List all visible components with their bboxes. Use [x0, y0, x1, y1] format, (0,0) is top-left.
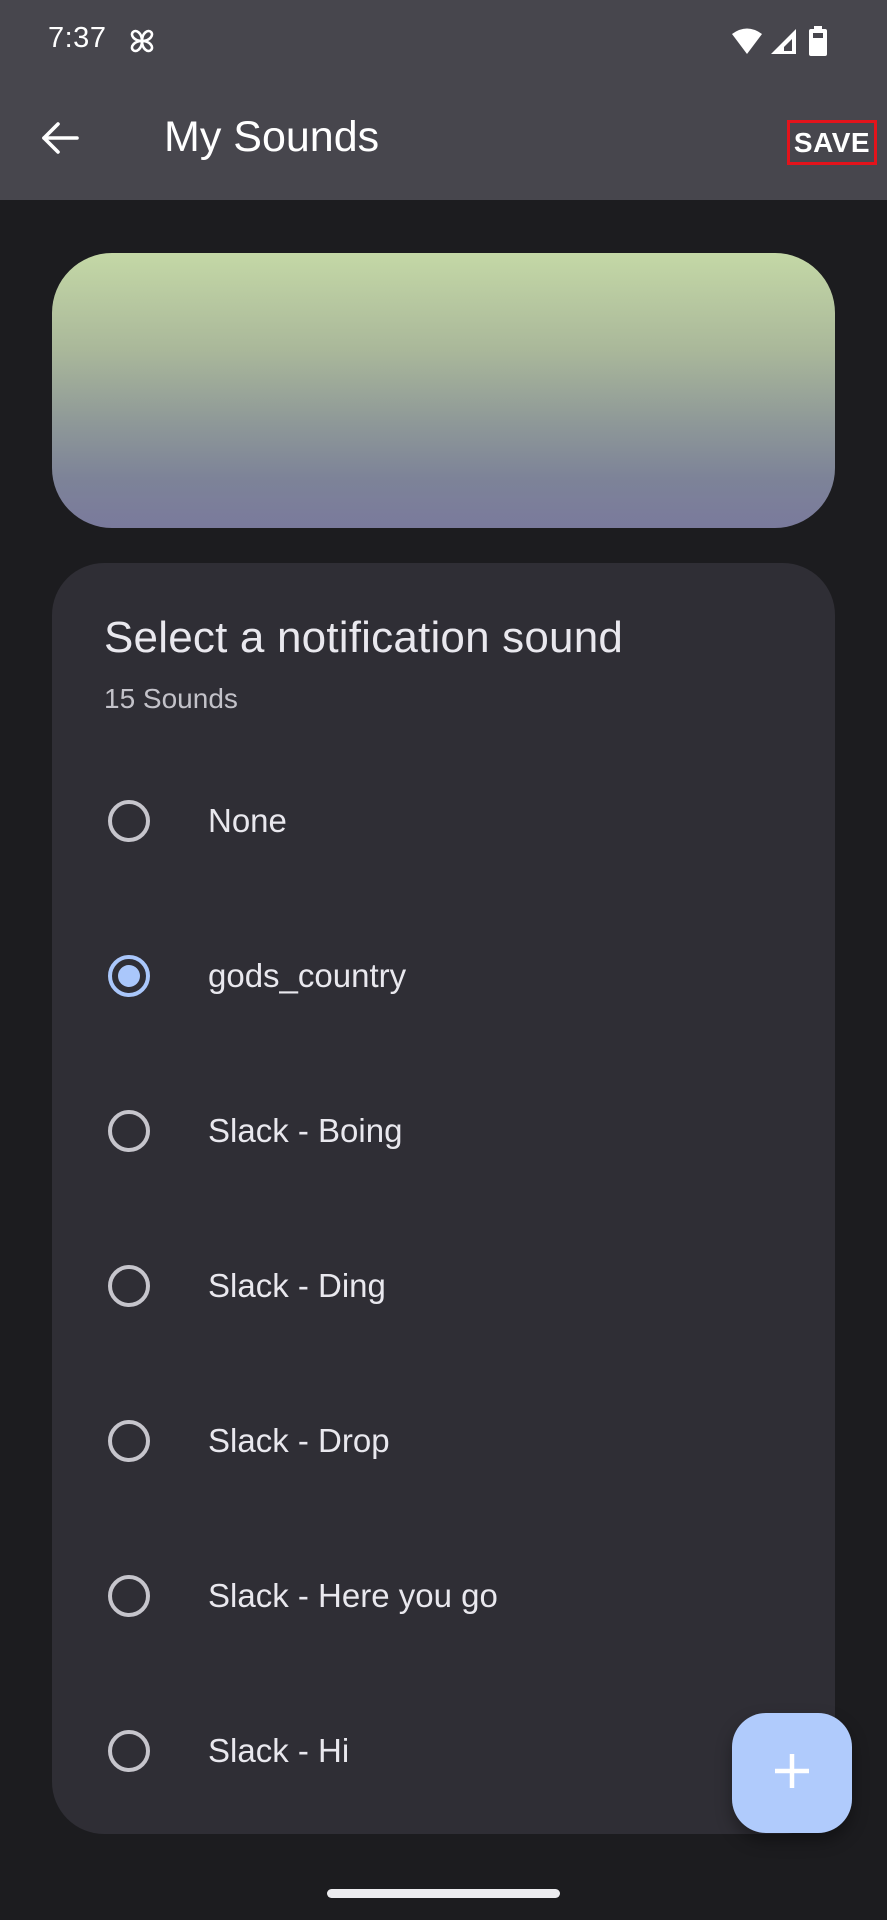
add-sound-button[interactable]	[732, 1713, 852, 1833]
sound-count: 15 Sounds	[104, 683, 238, 714]
sound-option-label: Slack - Boing	[208, 1112, 403, 1149]
sound-option[interactable]: Slack - Ding	[52, 1226, 835, 1346]
battery-icon	[809, 26, 827, 56]
gesture-nav-handle[interactable]	[327, 1889, 560, 1898]
wifi-icon	[731, 27, 763, 55]
radio-button[interactable]	[108, 800, 150, 842]
sound-option[interactable]: Slack - Hi	[52, 1691, 835, 1811]
sound-option-label: gods_country	[208, 957, 407, 994]
top-bar: 7:37 My Sounds SAVE	[0, 0, 887, 200]
back-button[interactable]	[36, 116, 84, 164]
sound-option-label: Slack - Hi	[208, 1732, 350, 1769]
sound-option[interactable]: Slack - Drop	[52, 1381, 835, 1501]
sound-option[interactable]: Slack - Boing	[52, 1071, 835, 1191]
cellular-signal-icon	[769, 27, 797, 55]
radio-button[interactable]	[108, 1265, 150, 1307]
plus-icon	[772, 1751, 812, 1796]
sound-selection-card: Select a notification sound 15 Sounds No…	[52, 563, 835, 1834]
radio-button-checked[interactable]	[108, 955, 150, 997]
screen: 7:37 My Sounds SAVE Select a notificatio…	[0, 0, 887, 1920]
sound-option-label: None	[208, 802, 287, 839]
status-time: 7:37	[48, 22, 107, 54]
sound-option[interactable]: gods_country	[52, 916, 835, 1036]
radio-button[interactable]	[108, 1420, 150, 1462]
pinwheel-icon	[125, 24, 159, 58]
sound-banner	[52, 253, 835, 528]
save-button[interactable]: SAVE	[787, 120, 877, 165]
sound-option-label: Slack - Here you go	[208, 1577, 498, 1614]
radio-button[interactable]	[108, 1575, 150, 1617]
radio-button[interactable]	[108, 1110, 150, 1152]
radio-button[interactable]	[108, 1730, 150, 1772]
sound-option[interactable]: Slack - Here you go	[52, 1536, 835, 1656]
arrow-left-icon	[41, 121, 79, 160]
card-title: Select a notification sound	[104, 613, 624, 662]
sound-option-label: Slack - Drop	[208, 1422, 390, 1459]
sound-option-label: Slack - Ding	[208, 1267, 386, 1304]
status-icons	[731, 24, 827, 58]
sound-option[interactable]: None	[52, 761, 835, 881]
page-title: My Sounds	[164, 113, 380, 161]
